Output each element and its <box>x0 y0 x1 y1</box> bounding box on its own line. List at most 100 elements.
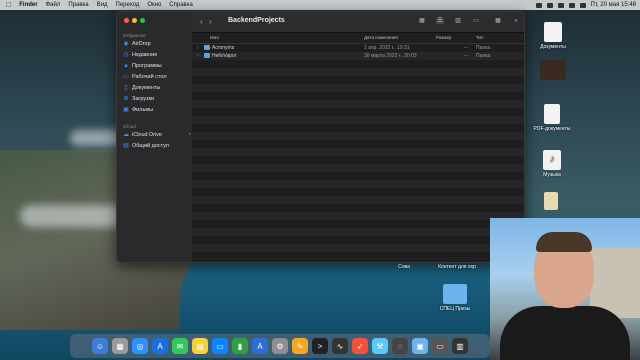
gallery-view-icon[interactable]: ▭ <box>472 18 480 24</box>
row-size: -- <box>464 45 468 51</box>
menu-file[interactable]: Файл <box>46 2 61 8</box>
sync-status-icon: ◔ <box>187 132 191 138</box>
app-store-icon[interactable]: A <box>152 338 168 354</box>
column-name[interactable]: Имя <box>210 35 219 40</box>
keynote-icon[interactable]: ▭ <box>212 338 228 354</box>
column-header: Имя Дата изменения Размер Тип <box>192 33 524 44</box>
xcode-icon[interactable]: ⚒ <box>372 338 388 354</box>
status-icon[interactable] <box>546 2 553 8</box>
column-view-icon[interactable]: ▥ <box>454 18 462 24</box>
shared-folder-icon: ▤ <box>123 142 129 149</box>
desktop-icon-documents[interactable]: Документы <box>533 22 573 50</box>
wifi-icon[interactable] <box>557 2 564 8</box>
sidebar-section-favorites: Избранное <box>123 33 146 38</box>
screenshot-icon[interactable]: ◌ <box>392 338 408 354</box>
desktop-icon: ▭ <box>123 73 129 80</box>
notes-icon[interactable]: ▤ <box>192 338 208 354</box>
sidebar-item-desktop[interactable]: ▭ Рабочий стол <box>123 73 166 81</box>
empty-row <box>192 244 524 252</box>
disclosure-triangle-icon[interactable]: › <box>197 53 199 59</box>
row-kind: Папка <box>476 45 491 51</box>
system-preferences-icon[interactable]: ⚙ <box>272 338 288 354</box>
desktop-icon-spec-folder[interactable]: СПЕЦ Презы <box>432 284 478 312</box>
forward-button[interactable]: › <box>209 17 212 26</box>
table-row[interactable]: › HelloVapor 30 марта 2022 г., 20:03 -- … <box>192 52 524 60</box>
document-icon: ▯ <box>124 84 128 91</box>
close-button[interactable] <box>124 18 129 23</box>
document-icon <box>544 22 562 42</box>
empty-row <box>192 148 524 156</box>
empty-row <box>192 212 524 220</box>
folder-icon <box>443 284 467 304</box>
list-view-icon[interactable]: ☰ <box>436 18 444 24</box>
disclosure-triangle-icon[interactable]: › <box>197 45 199 51</box>
file-icon <box>544 192 558 210</box>
sidebar-section-icloud: iCloud <box>123 124 136 129</box>
row-kind: Папка <box>476 53 491 59</box>
zoom-button[interactable] <box>140 18 145 23</box>
downloads-stack-icon[interactable]: ▣ <box>412 338 428 354</box>
safari-icon[interactable]: ◎ <box>132 338 148 354</box>
status-icon[interactable] <box>535 2 542 8</box>
app-store-icon[interactable]: A <box>252 338 268 354</box>
activity-monitor-icon[interactable]: ∿ <box>332 338 348 354</box>
sidebar-item-shared[interactable]: ▤ Общий доступ <box>123 142 169 150</box>
search-icon[interactable] <box>568 2 575 8</box>
sidebar-item-downloads[interactable]: ⊕ Загрузки <box>123 95 154 103</box>
menu-edit[interactable]: Правка <box>68 2 88 8</box>
group-icon[interactable]: ▦ <box>494 18 502 24</box>
column-size[interactable]: Размер <box>436 35 451 40</box>
swift-icon[interactable]: ➶ <box>352 338 368 354</box>
column-kind[interactable]: Тип <box>476 35 484 40</box>
sidebar-item-documents[interactable]: ▯ Документы <box>123 84 160 92</box>
image-thumbnail-icon <box>540 60 566 80</box>
status-area: Пт, 20 мая 15:48 <box>535 0 636 10</box>
menu-help[interactable]: Справка <box>169 2 193 8</box>
messages-icon[interactable]: ✉ <box>172 338 188 354</box>
numbers-icon[interactable]: ▮ <box>232 338 248 354</box>
icon-view-icon[interactable]: ▦ <box>418 18 426 24</box>
back-button[interactable]: ‹ <box>200 17 203 26</box>
desktop-icon-photo[interactable] <box>537 60 569 82</box>
column-date[interactable]: Дата изменения <box>364 35 398 40</box>
desktop-icon-pdf[interactable]: PDF-документы <box>527 104 577 132</box>
menu-finder[interactable]: Finder <box>19 2 37 8</box>
download-icon: ⊕ <box>123 95 129 102</box>
empty-row <box>192 132 524 140</box>
window-title: BackendProjects <box>228 17 285 24</box>
presenter-body <box>500 306 630 360</box>
sidebar-item-icloud-drive[interactable]: ☁ iCloud Drive ◔ <box>123 132 191 139</box>
recent-window-icon[interactable]: ▭ <box>432 338 448 354</box>
sidebar-item-applications[interactable]: ▲ Программы <box>123 63 162 70</box>
trash-icon[interactable]: ▥ <box>452 338 468 354</box>
terminal-icon[interactable]: > <box>312 338 328 354</box>
menu-view[interactable]: Вид <box>97 2 108 8</box>
desktop-icon-file[interactable] <box>540 192 562 212</box>
control-center-icon[interactable] <box>579 2 586 8</box>
row-name: HelloVapor <box>212 53 237 59</box>
row-name: Acronyms <box>212 45 235 51</box>
webcam-overlay <box>490 218 640 360</box>
launchpad-icon[interactable]: ▦ <box>112 338 128 354</box>
menu-window[interactable]: Окно <box>147 2 161 8</box>
sidebar-item-airdrop[interactable]: ◉ AirDrop <box>123 41 150 48</box>
apple-menu-icon[interactable]:  <box>6 2 11 9</box>
desktop-icon-music[interactable]: ♪ Музыка <box>535 150 569 178</box>
empty-row <box>192 68 524 76</box>
table-row[interactable]: › Acronyms 1 апр. 2022 г., 19:31 -- Папк… <box>192 44 524 52</box>
minimize-button[interactable] <box>132 18 137 23</box>
menu-go[interactable]: Переход <box>116 2 140 8</box>
desktop-icon-owl[interactable]: Сова <box>388 264 420 270</box>
search-icon[interactable]: ⌕ <box>512 18 520 24</box>
empty-row <box>192 196 524 204</box>
sidebar-item-recents[interactable]: ◷ Недавние <box>123 52 157 59</box>
finder-icon[interactable]: ☺ <box>92 338 108 354</box>
finder-window: Избранное ◉ AirDrop ◷ Недавние ▲ Программы … <box>116 11 525 263</box>
desktop-icon-content[interactable]: Контент для охр <box>424 264 490 270</box>
pages-icon[interactable]: ✎ <box>292 338 308 354</box>
row-date: 30 марта 2022 г., 20:03 <box>364 53 417 59</box>
sidebar-item-movies[interactable]: ▣ Фильмы <box>123 107 153 114</box>
clock[interactable]: Пт, 20 мая 15:48 <box>591 2 636 8</box>
empty-row <box>192 180 524 188</box>
pdf-icon <box>544 104 560 124</box>
